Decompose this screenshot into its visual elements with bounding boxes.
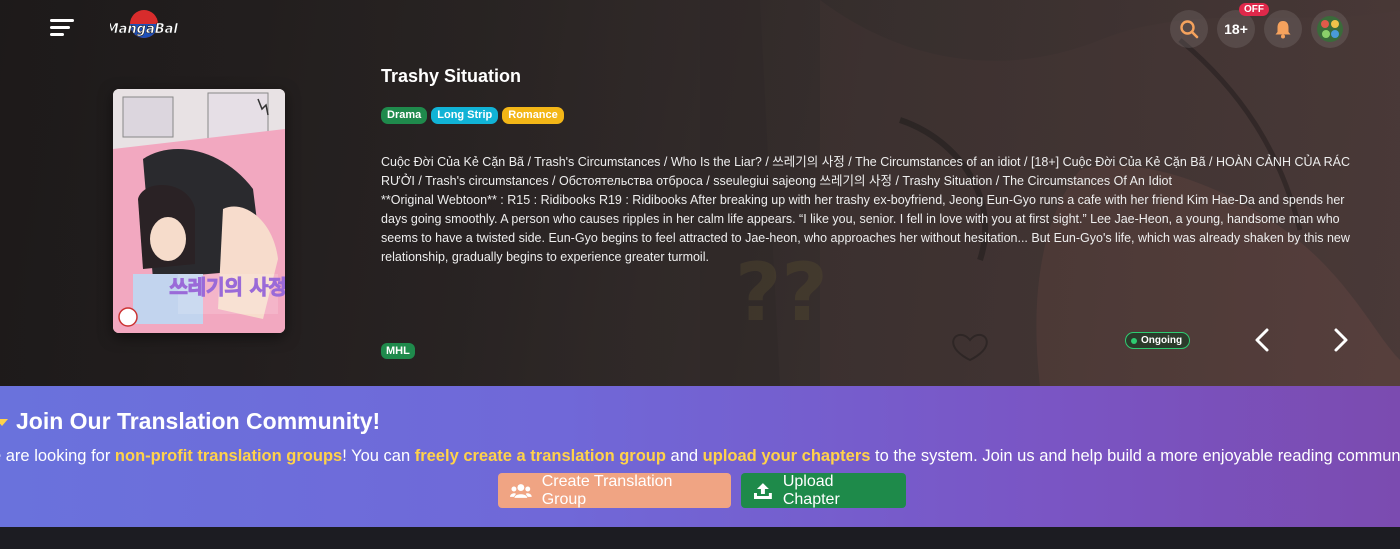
age-filter-label: 18+ (1224, 21, 1248, 37)
banner-text-part: to the system. Join us and help build a … (870, 447, 1400, 465)
translation-group-tag[interactable]: MHL (381, 343, 415, 359)
users-icon (510, 483, 532, 498)
hamburger-menu-icon[interactable] (50, 16, 78, 40)
avatar (1317, 16, 1343, 42)
tag-long-strip[interactable]: Long Strip (431, 107, 499, 124)
tag-drama[interactable]: Drama (381, 107, 428, 124)
chevron-down-icon (0, 418, 8, 426)
alternative-titles: Cuộc Đời Của Kẻ Cặn Bã / Trash's Circums… (381, 155, 1351, 188)
manga-cover-image[interactable]: 쓰레기의 사정 (113, 89, 285, 333)
next-arrow-icon[interactable] (1326, 326, 1354, 354)
banner-highlight: upload your chapters (702, 447, 871, 465)
cover-title-text: 쓰레기의 사정 (169, 275, 285, 299)
tag-romance[interactable]: Romance (502, 107, 564, 124)
upload-icon (753, 482, 772, 499)
previous-arrow-icon[interactable] (1249, 326, 1277, 354)
age-filter-status-badge: OFF (1239, 3, 1269, 16)
status-dot-icon (1131, 337, 1137, 344)
user-avatar-button[interactable] (1311, 10, 1349, 48)
genre-tags: Drama Long Strip Romance (381, 107, 564, 124)
upload-chapter-button[interactable]: Upload Chapter (741, 473, 906, 508)
banner-text-part: and (665, 447, 703, 465)
svg-text:MangaBall: MangaBall (110, 22, 178, 37)
notifications-button[interactable] (1264, 10, 1302, 48)
upload-chapter-label: Upload Chapter (782, 472, 840, 508)
create-translation-group-button[interactable]: Create Translation Group (498, 473, 731, 508)
banner-title-text: Join Our Translation Community! (16, 408, 381, 434)
site-logo[interactable]: MangaBall (105, 8, 183, 48)
bell-icon (1275, 21, 1291, 39)
create-translation-group-label: Create Translation Group (541, 472, 673, 508)
banner-text-part: ! You can (342, 447, 415, 465)
search-icon (1180, 20, 1199, 39)
status-badge: Ongoing (1125, 332, 1191, 349)
synopsis: **Original Webtoon** : R15 : Ridibooks R… (381, 193, 1350, 264)
manga-title[interactable]: Trashy Situation (381, 66, 521, 87)
page-footer-strip (0, 527, 1400, 549)
banner-text-part: e are looking for (0, 447, 115, 465)
manga-description: Cuộc Đời Của Kẻ Cặn Bã / Trash's Circums… (381, 153, 1371, 267)
banner-highlight: non-profit translation groups (114, 447, 343, 465)
search-button[interactable] (1170, 10, 1208, 48)
banner-highlight: freely create a translation group (414, 447, 666, 465)
banner-description: e are looking for non-profit translation… (0, 447, 1400, 466)
top-navbar: MangaBall 18+ OFF (0, 0, 1400, 56)
banner-title: Join Our Translation Community! (0, 408, 380, 435)
status-label: Ongoing (1141, 335, 1183, 346)
